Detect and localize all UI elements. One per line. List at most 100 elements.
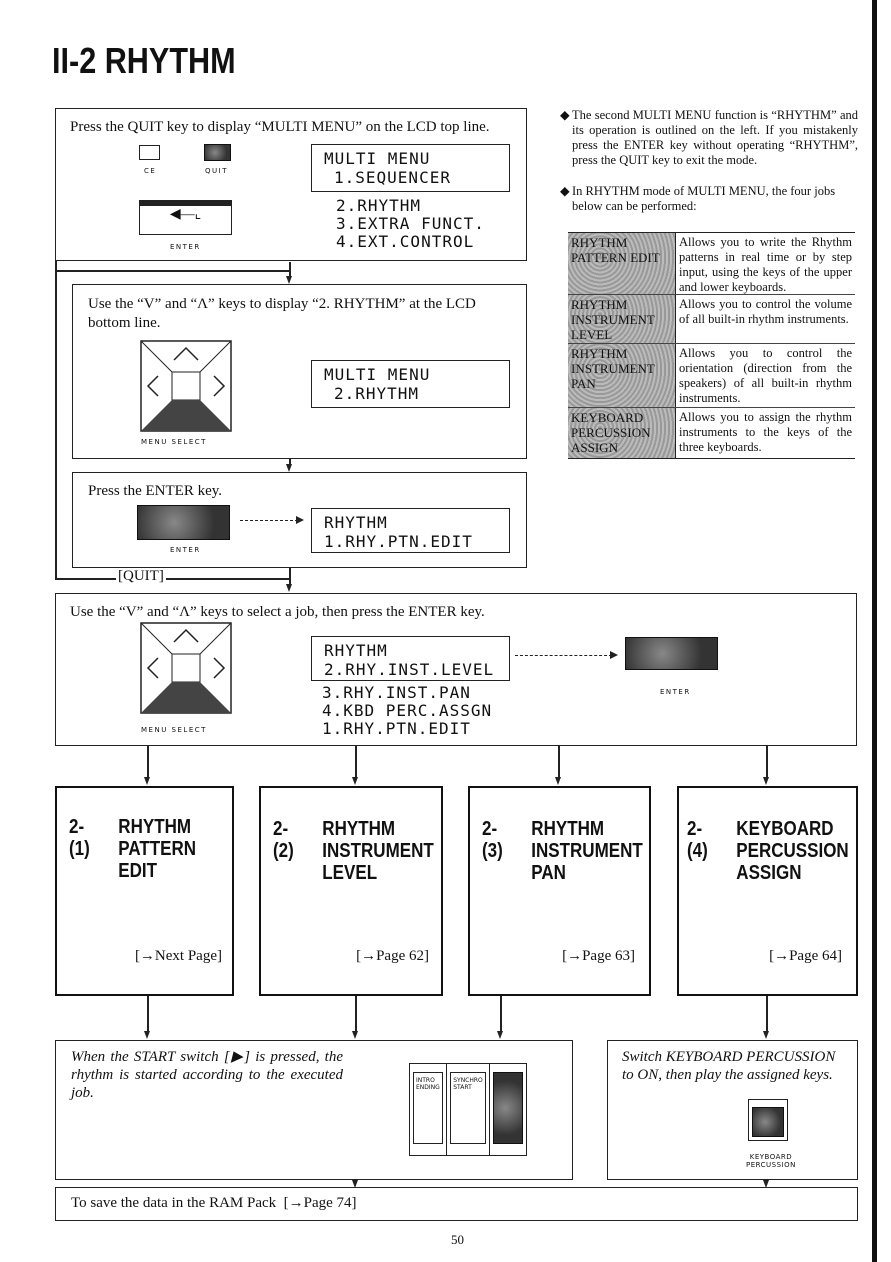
step4-text: Use the “V” and “Λ” keys to select a job…	[70, 604, 485, 620]
arrow-down-icon	[352, 777, 358, 785]
job-box-rhythm-instrument-level[interactable]: 2-(2) RHYTHM INSTRUMENT LEVEL [→Page 62]	[259, 786, 443, 996]
ce-label: CE	[144, 167, 157, 175]
job-box-rhythm-instrument-pan[interactable]: 2-(3) RHYTHM INSTRUMENT PAN [→Page 63]	[468, 786, 651, 996]
job-number: 2-(1)	[69, 816, 90, 860]
job-name: RHYTHM INSTRUMENT PAN	[531, 818, 643, 884]
table-job: RHYTHM PATTERN EDIT	[568, 233, 676, 294]
arrow-down-icon	[497, 1031, 503, 1039]
table-row: KEYBOARD PERCUSSION ASSIGN Allows you to …	[568, 408, 855, 458]
connector	[500, 996, 502, 1032]
menu-item: 4.KBD PERC.ASSGN	[322, 701, 493, 720]
enter-label: ENTER	[170, 546, 201, 554]
table-desc: Allows you to control the volume of all …	[679, 297, 852, 326]
table-job: RHYTHM INSTRUMENT LEVEL	[568, 295, 676, 343]
table-row: RHYTHM INSTRUMENT LEVEL Allows you to con…	[568, 295, 855, 344]
enter-key	[625, 637, 718, 670]
arrow-down-icon	[763, 777, 769, 785]
connector	[147, 746, 149, 778]
note-2: ◆ In RHYTHM mode of MULTI MENU, the four …	[560, 184, 836, 213]
table-desc: Allows you to assign the rhythm instrume…	[679, 410, 852, 454]
table-job: KEYBOARD PERCUSSION ASSIGN	[568, 408, 676, 458]
note-1: ◆ The second MULTI MENU function is “RHYT…	[560, 108, 858, 167]
menu-item: 4.EXT.CONTROL	[336, 232, 475, 251]
bullet-icon: ◆	[560, 184, 570, 198]
save-text: To save the data in the RAM Pack [→Page …	[71, 1195, 357, 1211]
page-title: II-2 RHYTHM	[52, 40, 236, 81]
connector	[147, 996, 149, 1032]
save-box: To save the data in the RAM Pack [→Page …	[55, 1187, 858, 1221]
dashed-arrow-icon	[240, 520, 298, 521]
quit-loop-top	[55, 270, 290, 272]
lcd-line: 1.RHY.PTN.EDIT	[324, 532, 473, 551]
job-page-ref: [→Page 64]	[769, 948, 842, 964]
lcd-line: MULTI MENU	[324, 149, 431, 168]
menu-select-pad-icon	[140, 622, 232, 714]
intro-ending-button: INTRO ENDING	[410, 1064, 448, 1155]
job-number: 2-(4)	[687, 818, 708, 862]
rhythm-buttons-panel: INTRO ENDING SYNCHRO START	[409, 1063, 527, 1156]
quit-loop-bottom	[55, 578, 290, 580]
lcd-line: RHYTHM	[324, 641, 388, 660]
start-text: When the START switch [▶] is pressed, th…	[71, 1049, 343, 1101]
start-button	[490, 1064, 526, 1155]
job-number: 2-(3)	[482, 818, 503, 862]
arrow-right-icon	[610, 651, 618, 659]
job-name: RHYTHM PATTERN EDIT	[118, 816, 197, 882]
connector	[355, 746, 357, 778]
lcd-line: MULTI MENU	[324, 365, 431, 384]
kbd-text: Switch KEYBOARD PERCUSSION to ON, then p…	[622, 1049, 836, 1083]
jobs-table: RHYTHM PATTERN EDIT Allows you to write t…	[568, 232, 855, 459]
connector	[766, 746, 768, 778]
menu-item: 1.RHY.PTN.EDIT	[322, 719, 471, 738]
lcd-line: 2.RHY.INST.LEVEL	[324, 660, 495, 679]
arrow-down-icon	[286, 584, 292, 592]
arrow-down-icon	[144, 777, 150, 785]
job-page-ref: [→Next Page]	[134, 948, 222, 964]
job-page-ref: [→Page 63]	[562, 948, 635, 964]
arrow-down-icon	[286, 464, 292, 472]
lcd-line: RHYTHM	[324, 513, 388, 532]
connector	[766, 996, 768, 1032]
job-number: 2-(2)	[273, 818, 294, 862]
quit-key	[204, 144, 231, 161]
table-desc: Allows you to write the Rhythm patterns …	[679, 235, 852, 294]
menu-select-pad-icon	[140, 340, 232, 432]
job-box-keyboard-percussion-assign[interactable]: 2-(4) KEYBOARD PERCUSSION ASSIGN [→Page 6…	[677, 786, 858, 996]
enter-label: ENTER	[170, 243, 201, 251]
enter-key	[137, 505, 230, 540]
keyboard-percussion-button	[748, 1099, 788, 1141]
arrow-down-icon	[144, 1031, 150, 1039]
binding-edge	[872, 0, 877, 1262]
job-name: KEYBOARD PERCUSSION ASSIGN	[736, 818, 849, 884]
table-job: RHYTHM INSTRUMENT PAN	[568, 344, 676, 407]
start-box: When the START switch [▶] is pressed, th…	[55, 1040, 573, 1180]
lcd-display: MULTI MENU 1.SEQUENCER	[311, 144, 510, 192]
arrow-down-icon	[555, 777, 561, 785]
menu-select-label: MENU SELECT	[141, 438, 207, 446]
step1-text: Press the QUIT key to display “MULTI MEN…	[70, 119, 490, 135]
ce-key	[139, 145, 160, 160]
menu-item: 3.EXTRA FUNCT.	[336, 214, 485, 233]
table-row: RHYTHM INSTRUMENT PAN Allows you to contr…	[568, 344, 855, 408]
step3-text: Press the ENTER key.	[88, 483, 223, 499]
lcd-display: MULTI MENU 2.RHYTHM	[311, 360, 510, 408]
lcd-line: 2.RHYTHM	[334, 384, 420, 403]
lcd-line: 1.SEQUENCER	[334, 168, 451, 187]
table-row: RHYTHM PATTERN EDIT Allows you to write t…	[568, 233, 855, 295]
quit-label: QUIT	[205, 167, 228, 175]
page-number: 50	[451, 1232, 464, 1247]
bullet-icon: ◆	[560, 108, 570, 122]
step2-text: Use the “V” and “Λ” keys to display “2. …	[88, 296, 476, 331]
arrow-down-icon	[763, 1031, 769, 1039]
connector	[289, 568, 291, 584]
menu-item: 3.RHY.INST.PAN	[322, 683, 471, 702]
menu-item: 2.RHYTHM	[336, 196, 422, 215]
arrow-right-icon	[296, 516, 304, 524]
kbd-label: KEYBOARD PERCUSSION	[746, 1153, 796, 1169]
job-name: RHYTHM INSTRUMENT LEVEL	[322, 818, 434, 884]
connector	[558, 746, 560, 778]
job-box-rhythm-pattern-edit[interactable]: 2-(1) RHYTHM PATTERN EDIT [→Next Page]	[55, 786, 234, 996]
enter-key: ◀—⌞	[139, 200, 232, 235]
menu-select-label: MENU SELECT	[141, 726, 207, 734]
table-desc: Allows you to control the orientation (d…	[679, 346, 852, 405]
